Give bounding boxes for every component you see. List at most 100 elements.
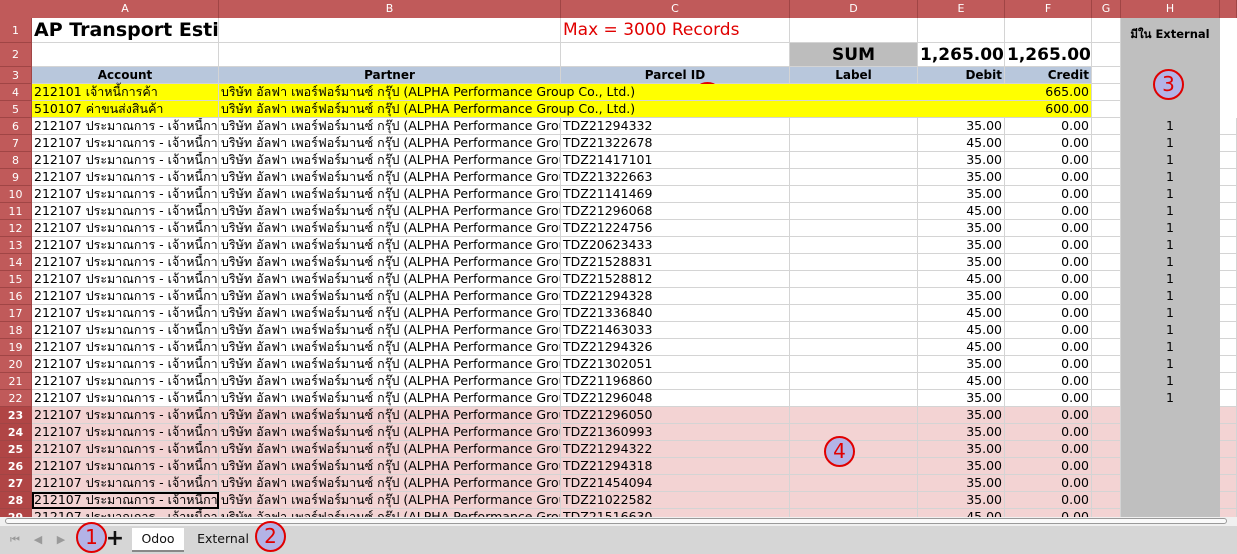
external-flag-cell[interactable]: 1 xyxy=(1121,254,1220,271)
debit-cell[interactable]: 45.00 xyxy=(918,339,1005,356)
cell-i[interactable] xyxy=(1220,271,1237,288)
row-header-4[interactable]: 4 xyxy=(0,84,32,101)
cell-g[interactable] xyxy=(1092,424,1121,441)
account-cell[interactable]: 212107 ประมาณการ - เจ้าหนี้การค้า xyxy=(32,118,219,135)
partner-cell[interactable]: บริษัท อัลฟา เพอร์ฟอร์มานซ์ กรุ๊ป (ALPHA… xyxy=(219,424,561,441)
debit-cell[interactable]: 35.00 xyxy=(918,118,1005,135)
row-header-13[interactable]: 13 xyxy=(0,237,32,254)
partner-cell[interactable]: บริษัท อัลฟา เพอร์ฟอร์มานซ์ กรุ๊ป (ALPHA… xyxy=(219,152,561,169)
label-cell[interactable] xyxy=(790,271,918,288)
label-cell[interactable] xyxy=(790,237,918,254)
partner-cell[interactable]: บริษัท อัลฟา เพอร์ฟอร์มานซ์ กรุ๊ป (ALPHA… xyxy=(219,220,561,237)
debit-cell[interactable]: 35.00 xyxy=(918,356,1005,373)
parcel-id-cell[interactable]: TDZ21463033 xyxy=(561,322,790,339)
column-header-g[interactable]: G xyxy=(1092,0,1121,18)
parcel-id-cell[interactable]: TDZ21528831 xyxy=(561,254,790,271)
row-header-19[interactable]: 19 xyxy=(0,339,32,356)
column-header-b[interactable]: B xyxy=(219,0,561,18)
header-parcel-id[interactable]: Parcel ID xyxy=(561,67,790,84)
account-cell[interactable]: 212107 ประมาณการ - เจ้าหนี้การค้า xyxy=(32,203,219,220)
partner-cell[interactable]: บริษัท อัลฟา เพอร์ฟอร์มานซ์ กรุ๊ป (ALPHA… xyxy=(219,84,1092,101)
partner-cell[interactable]: บริษัท อัลฟา เพอร์ฟอร์มานซ์ กรุ๊ป (ALPHA… xyxy=(219,458,561,475)
label-cell[interactable] xyxy=(790,407,918,424)
cell-i[interactable] xyxy=(1220,322,1237,339)
cell-i[interactable] xyxy=(1220,135,1237,152)
external-flag-cell[interactable]: 1 xyxy=(1121,118,1220,135)
credit-cell[interactable]: 0.00 xyxy=(1005,254,1092,271)
cell-g[interactable] xyxy=(1092,390,1121,407)
debit-cell[interactable]: 35.00 xyxy=(918,458,1005,475)
cell-g[interactable] xyxy=(1092,492,1121,509)
column-header-e[interactable]: E xyxy=(918,0,1005,18)
cell-g[interactable] xyxy=(1092,186,1121,203)
credit-cell[interactable]: 0.00 xyxy=(1005,475,1092,492)
parcel-id-cell[interactable]: TDZ21294322 xyxy=(561,441,790,458)
column-header-d[interactable]: D xyxy=(790,0,918,18)
row-header-1[interactable]: 1 xyxy=(0,18,32,43)
cell-i[interactable] xyxy=(1220,220,1237,237)
row-header-26[interactable]: 26 xyxy=(0,458,32,475)
partner-cell[interactable]: บริษัท อัลฟา เพอร์ฟอร์มานซ์ กรุ๊ป (ALPHA… xyxy=(219,288,561,305)
cell-i[interactable] xyxy=(1220,441,1237,458)
cell-g[interactable] xyxy=(1092,322,1121,339)
partner-cell[interactable]: บริษัท อัลฟา เพอร์ฟอร์มานซ์ กรุ๊ป (ALPHA… xyxy=(219,186,561,203)
cell-i[interactable] xyxy=(1220,407,1237,424)
account-cell[interactable]: 212107 ประมาณการ - เจ้าหนี้การค้า xyxy=(32,458,219,475)
account-cell[interactable]: 212107 ประมาณการ - เจ้าหนี้การค้า xyxy=(32,305,219,322)
credit-cell[interactable]: 0.00 xyxy=(1005,135,1092,152)
credit-cell[interactable]: 0.00 xyxy=(1005,441,1092,458)
external-flag-cell[interactable] xyxy=(1121,458,1220,475)
partner-cell[interactable]: บริษัท อัลฟา เพอร์ฟอร์มานซ์ กรุ๊ป (ALPHA… xyxy=(219,237,561,254)
cell-i[interactable] xyxy=(1220,458,1237,475)
select-all-corner[interactable] xyxy=(0,0,32,18)
account-cell[interactable]: 212107 ประมาณการ - เจ้าหนี้การค้า xyxy=(32,390,219,407)
label-cell[interactable] xyxy=(790,339,918,356)
parcel-id-cell[interactable]: TDZ21224756 xyxy=(561,220,790,237)
cell-i[interactable] xyxy=(1220,305,1237,322)
cell[interactable] xyxy=(219,18,561,43)
cell-g[interactable] xyxy=(1092,288,1121,305)
header-label[interactable]: Label xyxy=(790,67,918,84)
header-debit[interactable]: Debit xyxy=(918,67,1005,84)
debit-cell[interactable]: 35.00 xyxy=(918,220,1005,237)
credit-cell[interactable]: 0.00 xyxy=(1005,424,1092,441)
column-header-h[interactable]: H xyxy=(1121,0,1220,18)
partner-cell[interactable]: บริษัท อัลฟา เพอร์ฟอร์มานซ์ กรุ๊ป (ALPHA… xyxy=(219,373,561,390)
cell-i[interactable] xyxy=(1220,169,1237,186)
debit-cell[interactable]: 35.00 xyxy=(918,254,1005,271)
account-cell[interactable]: 510107 ค่าขนส่งสินค้า xyxy=(32,101,219,118)
external-flag-cell[interactable]: 1 xyxy=(1121,339,1220,356)
row-header-25[interactable]: 25 xyxy=(0,441,32,458)
cell[interactable] xyxy=(1092,101,1121,118)
cell-g[interactable] xyxy=(1092,169,1121,186)
cell-i[interactable] xyxy=(1220,118,1237,135)
partner-cell[interactable]: บริษัท อัลฟา เพอร์ฟอร์มานซ์ กรุ๊ป (ALPHA… xyxy=(219,169,561,186)
debit-cell[interactable]: 35.00 xyxy=(918,186,1005,203)
cell[interactable] xyxy=(32,43,219,67)
row-header-17[interactable]: 17 xyxy=(0,305,32,322)
label-cell[interactable] xyxy=(790,492,918,509)
sheet-title[interactable]: AP Transport Estimated xyxy=(32,18,219,43)
external-flag-cell[interactable]: 1 xyxy=(1121,203,1220,220)
label-cell[interactable] xyxy=(790,373,918,390)
parcel-id-cell[interactable]: TDZ21294318 xyxy=(561,458,790,475)
parcel-id-cell[interactable]: TDZ21528812 xyxy=(561,271,790,288)
row-header-20[interactable]: 20 xyxy=(0,356,32,373)
row-header-3[interactable]: 3 xyxy=(0,67,32,84)
sum-debit[interactable]: 1,265.00 xyxy=(918,43,1005,67)
cell-g[interactable] xyxy=(1092,458,1121,475)
label-cell[interactable] xyxy=(790,118,918,135)
credit-cell[interactable]: 0.00 xyxy=(1005,152,1092,169)
account-cell[interactable]: 212107 ประมาณการ - เจ้าหนี้การค้า xyxy=(32,152,219,169)
partner-cell[interactable]: บริษัท อัลฟา เพอร์ฟอร์มานซ์ กรุ๊ป (ALPHA… xyxy=(219,339,561,356)
partner-cell[interactable]: บริษัท อัลฟา เพอร์ฟอร์มานซ์ กรุ๊ป (ALPHA… xyxy=(219,118,561,135)
external-flag-cell[interactable]: 1 xyxy=(1121,288,1220,305)
cell-g[interactable] xyxy=(1092,339,1121,356)
label-cell[interactable] xyxy=(790,390,918,407)
account-cell[interactable]: 212107 ประมาณการ - เจ้าหนี้การค้า xyxy=(32,407,219,424)
first-sheet-icon[interactable]: ⏮ xyxy=(8,532,22,548)
external-flag-cell[interactable]: 1 xyxy=(1121,135,1220,152)
parcel-id-cell[interactable]: TDZ21294332 xyxy=(561,118,790,135)
partner-cell[interactable]: บริษัท อัลฟา เพอร์ฟอร์มานซ์ กรุ๊ป (ALPHA… xyxy=(219,305,561,322)
account-cell[interactable]: 212107 ประมาณการ - เจ้าหนี้การค้า xyxy=(32,475,219,492)
